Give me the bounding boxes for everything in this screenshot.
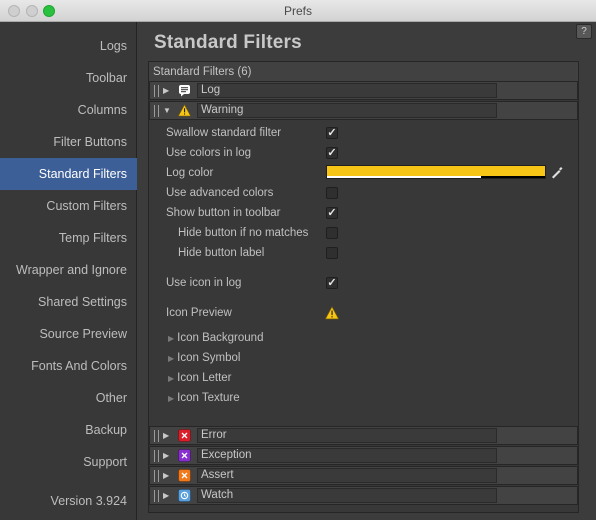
filter-name-field[interactable]: Exception [197,448,497,463]
icon-texture-label: Icon Texture [177,392,240,404]
filter-row-watch[interactable]: ▶ Watch [149,486,578,505]
watch-icon [178,489,191,502]
expand-arrow-icon: ▶ [168,394,175,403]
use-icon-in-log-checkbox[interactable]: ✓ [326,277,338,289]
error-icon [178,429,191,442]
use-advanced-colors-label: Use advanced colors [166,187,274,199]
drag-handle-icon[interactable] [154,470,159,482]
icon-symbol-foldout[interactable]: ▶ Icon Symbol [168,352,240,364]
icon-letter-label: Icon Letter [177,372,232,384]
expand-arrow-icon: ▶ [168,334,175,343]
exception-icon [178,449,191,462]
log-icon [179,85,190,97]
use-advanced-colors-checkbox[interactable] [326,187,338,199]
filter-name-field[interactable]: Watch [197,488,497,503]
use-colors-in-log-checkbox[interactable]: ✓ [326,147,338,159]
icon-preview-label: Icon Preview [166,307,232,319]
hide-button-label-checkbox[interactable] [326,247,338,259]
sidebar-item-columns[interactable]: Columns [0,94,137,126]
alpha-bar-rest [481,176,545,178]
sidebar-item-temp-filters[interactable]: Temp Filters [0,222,137,254]
drag-handle-icon[interactable] [154,430,159,442]
log-color-swatch[interactable] [326,165,546,179]
hide-button-label-label: Hide button label [178,247,265,259]
drag-handle-icon[interactable] [154,85,159,97]
swallow-standard-filter-label: Swallow standard filter [166,127,282,139]
main-content: Standard Filters ? Standard Filters (6) … [138,22,596,520]
drag-handle-icon[interactable] [154,450,159,462]
help-button[interactable]: ? [576,24,592,39]
icon-background-foldout[interactable]: ▶ Icon Background [168,332,263,344]
standard-filters-panel: Standard Filters (6) ▶ Log ▼ Warning Swa… [148,61,579,513]
sidebar-item-wrapper-and-ignore[interactable]: Wrapper and Ignore [0,254,137,286]
expand-arrow-icon: ▶ [168,354,175,363]
assert-icon [178,469,191,482]
icon-letter-foldout[interactable]: ▶ Icon Letter [168,372,232,384]
expand-arrow-icon[interactable]: ▶ [163,491,169,501]
show-button-in-toolbar-label: Show button in toolbar [166,207,281,219]
version-label: Version 3.924 [50,494,127,508]
eyedropper-icon[interactable] [550,165,564,179]
show-button-in-toolbar-checkbox[interactable]: ✓ [326,207,338,219]
panel-header: Standard Filters (6) [149,62,578,82]
hide-button-if-no-matches-label: Hide button if no matches [178,227,309,239]
filter-row-error[interactable]: ▶ Error [149,426,578,445]
filter-name-field[interactable]: Error [197,428,497,443]
collapse-arrow-icon[interactable]: ▼ [163,106,171,116]
sidebar-item-backup[interactable]: Backup [0,414,137,446]
use-icon-in-log-label: Use icon in log [166,277,242,289]
warning-icon [325,306,339,320]
filter-name-field[interactable]: Log [197,83,497,98]
sidebar-item-other[interactable]: Other [0,382,137,414]
sidebar-item-fonts-and-colors[interactable]: Fonts And Colors [0,350,137,382]
filter-name-field[interactable]: Assert [197,468,497,483]
sidebar-item-shared-settings[interactable]: Shared Settings [0,286,137,318]
filter-row-exception[interactable]: ▶ Exception [149,446,578,465]
window-titlebar: Prefs [0,0,596,22]
page-title: Standard Filters [154,32,302,53]
icon-texture-foldout[interactable]: ▶ Icon Texture [168,392,240,404]
sidebar: Logs Toolbar Columns Filter Buttons Stan… [0,22,137,520]
sidebar-item-logs[interactable]: Logs [0,30,137,62]
sidebar-item-standard-filters[interactable]: Standard Filters [0,158,137,190]
swallow-standard-filter-checkbox[interactable]: ✓ [326,127,338,139]
sidebar-item-support[interactable]: Support [0,446,137,478]
sidebar-item-custom-filters[interactable]: Custom Filters [0,190,137,222]
drag-handle-icon[interactable] [154,490,159,502]
window-title: Prefs [283,4,312,18]
drag-handle-icon[interactable] [154,105,159,117]
sidebar-item-toolbar[interactable]: Toolbar [0,62,137,94]
sidebar-item-source-preview[interactable]: Source Preview [0,318,137,350]
expand-arrow-icon[interactable]: ▶ [163,86,169,96]
use-colors-in-log-label: Use colors in log [166,147,252,159]
sidebar-item-filter-buttons[interactable]: Filter Buttons [0,126,137,158]
filter-row-warning[interactable]: ▼ Warning [149,101,578,120]
log-color-label: Log color [166,167,214,179]
icon-symbol-label: Icon Symbol [177,352,241,364]
alpha-bar [327,176,481,178]
expand-arrow-icon[interactable]: ▶ [163,471,169,481]
icon-background-label: Icon Background [177,332,264,344]
expand-arrow-icon[interactable]: ▶ [163,451,169,461]
expand-arrow-icon: ▶ [168,374,175,383]
hide-button-if-no-matches-checkbox[interactable] [326,227,338,239]
expand-arrow-icon[interactable]: ▶ [163,431,169,441]
warning-icon [178,104,191,117]
filter-row-assert[interactable]: ▶ Assert [149,466,578,485]
filter-row-log[interactable]: ▶ Log [149,81,578,100]
filter-name-field[interactable]: Warning [197,103,497,118]
